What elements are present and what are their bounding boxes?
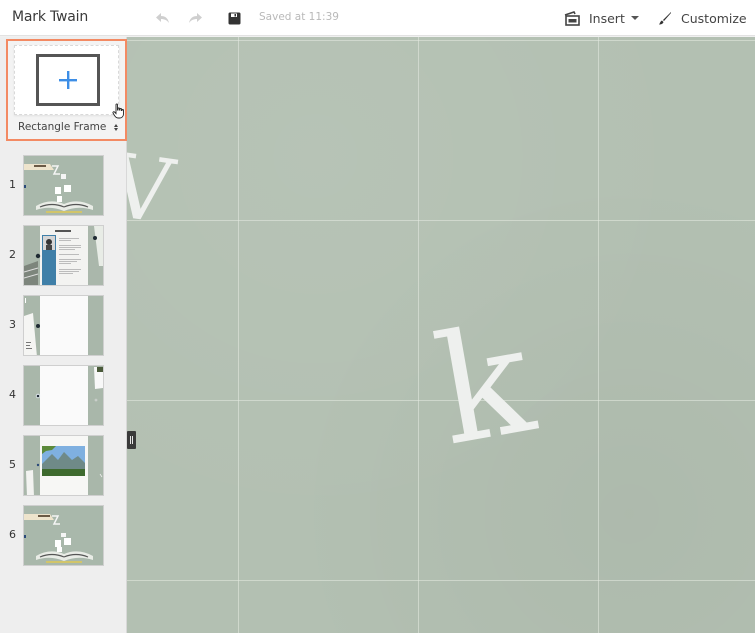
plus-icon	[59, 71, 77, 89]
hand-cursor-icon	[112, 103, 126, 123]
slide-number: 6	[9, 528, 16, 541]
slide-number: 2	[9, 248, 16, 261]
slide-thumbnail[interactable]	[23, 155, 104, 216]
slide-thumbnail[interactable]	[23, 365, 104, 426]
add-frame-button[interactable]	[14, 45, 119, 115]
redo-button[interactable]	[186, 10, 204, 26]
slide-number: 1	[9, 178, 16, 191]
slide-thumbnail[interactable]	[23, 295, 104, 356]
slide-item[interactable]: 6	[0, 505, 126, 567]
grid-line	[127, 220, 755, 221]
save-status: Saved at 11:39	[259, 11, 339, 23]
frame-type-label: Rectangle Frame	[18, 121, 107, 133]
floppy-disk-icon	[228, 12, 240, 24]
presentation-title[interactable]: Mark Twain	[12, 9, 88, 25]
canvas-letter-v[interactable]: V	[127, 133, 179, 244]
undo-button[interactable]	[153, 10, 171, 26]
grid-line	[127, 40, 755, 41]
redo-icon	[188, 13, 202, 23]
slide-number: 5	[9, 458, 16, 471]
customize-label: Customize	[681, 10, 747, 26]
canvas-letter-k[interactable]: k	[425, 292, 545, 479]
grid-line	[127, 580, 755, 581]
slide-item[interactable]: 3	[0, 295, 126, 357]
grid-line	[598, 37, 599, 633]
presentation-canvas[interactable]: V k	[127, 37, 755, 633]
slide-thumbnail[interactable]	[23, 435, 104, 496]
slide-item[interactable]: 1	[0, 155, 126, 217]
slide-item[interactable]: 2	[0, 225, 126, 287]
slide-thumbnail[interactable]	[23, 225, 104, 286]
top-toolbar: Mark Twain Saved at 11:39 Insert Customi…	[0, 0, 755, 36]
insert-label: Insert	[589, 10, 625, 26]
slide-number: 3	[9, 318, 16, 331]
slide-item[interactable]: 4	[0, 365, 126, 427]
chevron-down-icon	[630, 16, 639, 20]
frame-type-select[interactable]: Rectangle Frame	[18, 121, 119, 133]
insert-media-icon	[564, 10, 580, 26]
sort-arrows-icon	[114, 123, 119, 131]
slide-thumbnail[interactable]	[23, 505, 104, 566]
customize-button[interactable]: Customize	[658, 8, 747, 28]
slide-item[interactable]: 5	[0, 435, 126, 497]
grid-line	[238, 37, 239, 633]
sidebar-resize-handle[interactable]	[127, 431, 136, 449]
frame-picker[interactable]: Rectangle Frame	[6, 39, 127, 141]
undo-icon	[155, 13, 169, 23]
save-button[interactable]	[225, 10, 243, 26]
slides-sidebar: Rectangle Frame 1 2 3 4 5 6	[0, 37, 127, 633]
paintbrush-icon	[659, 12, 671, 25]
insert-menu-button[interactable]: Insert	[564, 8, 639, 28]
grid-line	[418, 37, 419, 633]
slide-number: 4	[9, 388, 16, 401]
rectangle-frame-preview	[36, 54, 100, 106]
